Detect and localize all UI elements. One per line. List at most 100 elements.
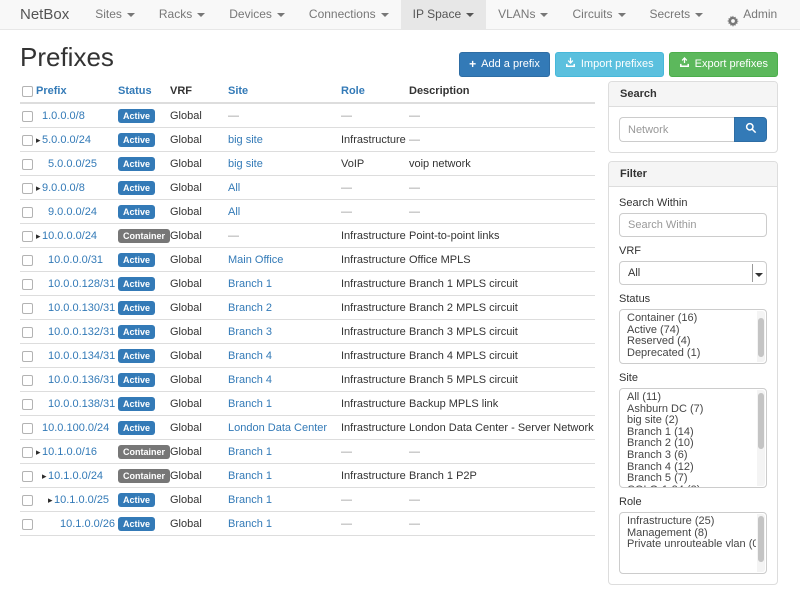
site-link[interactable]: London Data Center — [228, 422, 327, 434]
row-checkbox[interactable] — [22, 447, 33, 458]
prefix-link[interactable]: 10.0.100.0/24 — [42, 422, 109, 434]
prefix-link[interactable]: 10.0.0.0/31 — [48, 254, 103, 266]
nav-item-connections[interactable]: Connections — [297, 0, 401, 29]
site-link[interactable]: Main Office — [228, 254, 283, 266]
listbox-option[interactable]: Deprecated (1) — [627, 348, 756, 360]
row-checkbox[interactable] — [22, 375, 33, 386]
row-checkbox[interactable] — [22, 327, 33, 338]
prefix-link[interactable]: 10.0.0.138/31 — [48, 398, 115, 410]
row-checkbox[interactable] — [22, 351, 33, 362]
nav-item-racks[interactable]: Racks — [147, 0, 217, 29]
prefix-link[interactable]: 1.0.0.0/8 — [42, 110, 85, 122]
listbox-option[interactable]: Branch 2 (10) — [627, 438, 756, 450]
profile-link[interactable]: Profile — [789, 0, 800, 29]
prefix-link[interactable]: 5.0.0.0/25 — [48, 158, 97, 170]
prefix-link[interactable]: 10.0.0.130/31 — [48, 302, 115, 314]
nav-item-vlans[interactable]: VLANs — [486, 0, 560, 29]
row-checkbox[interactable] — [22, 399, 33, 410]
site-link[interactable]: Branch 1 — [228, 494, 272, 506]
search-input[interactable] — [619, 117, 734, 142]
col-header-role[interactable]: Role — [341, 81, 409, 103]
site-link[interactable]: Branch 2 — [228, 302, 272, 314]
add-prefix-button[interactable]: + Add a prefix — [459, 52, 550, 77]
scrollbar-thumb[interactable] — [758, 516, 764, 562]
nav-item-sites[interactable]: Sites — [83, 0, 147, 29]
site-link[interactable]: Branch 1 — [228, 470, 272, 482]
site-link[interactable]: big site — [228, 158, 263, 170]
scrollbar-thumb[interactable] — [758, 318, 764, 357]
site-cell: Branch 4 — [228, 344, 341, 368]
filter-select-vrf[interactable]: All — [619, 261, 767, 285]
scrollbar-thumb[interactable] — [758, 393, 764, 449]
row-checkbox[interactable] — [22, 519, 33, 530]
nav-item-ip-space[interactable]: IP Space — [401, 0, 486, 29]
row-checkbox[interactable] — [22, 279, 33, 290]
app-brand[interactable]: NetBox — [0, 0, 83, 29]
prefix-link[interactable]: 10.0.0.134/31 — [48, 350, 115, 362]
site-link[interactable]: All — [228, 206, 240, 218]
prefix-link[interactable]: 9.0.0.0/8 — [42, 182, 85, 194]
listbox-option[interactable]: Infrastructure (25) — [627, 516, 756, 528]
listbox-option[interactable]: Ashburn DC (7) — [627, 404, 756, 416]
col-header-site[interactable]: Site — [228, 81, 341, 103]
site-link[interactable]: Branch 1 — [228, 518, 272, 530]
listbox-option[interactable]: All (11) — [627, 392, 756, 404]
prefix-link[interactable]: 10.0.0.0/24 — [42, 230, 97, 242]
col-header-status[interactable]: Status — [118, 81, 170, 103]
listbox-option[interactable]: Container (16) — [627, 313, 756, 325]
listbox-option[interactable]: Reserved (4) — [627, 336, 756, 348]
row-checkbox[interactable] — [22, 183, 33, 194]
prefix-link[interactable]: 10.1.0.0/25 — [54, 494, 109, 506]
import-prefixes-button[interactable]: Import prefixes — [555, 52, 664, 77]
nav-item-secrets[interactable]: Secrets — [638, 0, 716, 29]
row-checkbox[interactable] — [22, 255, 33, 266]
search-panel: Search — [608, 81, 778, 153]
row-checkbox[interactable] — [22, 471, 33, 482]
search-button[interactable] — [734, 117, 767, 142]
prefix-link[interactable]: 10.0.0.136/31 — [48, 374, 115, 386]
prefix-link[interactable]: 9.0.0.0/24 — [48, 206, 97, 218]
admin-link[interactable]: Admin — [715, 0, 789, 29]
listbox-option[interactable]: Branch 3 (6) — [627, 450, 756, 462]
listbox-option[interactable]: Active (74) — [627, 325, 756, 337]
site-link[interactable]: Branch 3 — [228, 326, 272, 338]
site-link[interactable]: All — [228, 182, 240, 194]
listbox-option[interactable]: COLO-1-24 (3) — [627, 485, 756, 488]
scrollbar[interactable] — [757, 514, 765, 572]
row-checkbox[interactable] — [22, 231, 33, 242]
row-checkbox[interactable] — [22, 303, 33, 314]
export-prefixes-button[interactable]: Export prefixes — [669, 52, 778, 77]
row-checkbox[interactable] — [22, 111, 33, 122]
site-link[interactable]: big site — [228, 134, 263, 146]
listbox-option[interactable]: big site (2) — [627, 415, 756, 427]
prefix-link[interactable]: 10.0.0.128/31 — [48, 278, 115, 290]
listbox-option[interactable]: Management (8) — [627, 528, 756, 540]
prefix-link[interactable]: 10.1.0.0/16 — [42, 446, 97, 458]
site-link[interactable]: Branch 4 — [228, 350, 272, 362]
scrollbar[interactable] — [757, 311, 765, 362]
col-header-prefix[interactable]: Prefix — [36, 81, 118, 103]
prefix-link[interactable]: 10.1.0.0/24 — [48, 470, 103, 482]
listbox-option[interactable]: Branch 1 (14) — [627, 427, 756, 439]
select-all-checkbox[interactable] — [22, 86, 33, 97]
row-checkbox[interactable] — [22, 423, 33, 434]
listbox-option[interactable]: Private unrouteable vlan (0) — [627, 539, 756, 551]
row-checkbox[interactable] — [22, 159, 33, 170]
row-checkbox[interactable] — [22, 207, 33, 218]
row-checkbox[interactable] — [22, 495, 33, 506]
nav-item-devices[interactable]: Devices — [217, 0, 297, 29]
site-link[interactable]: Branch 1 — [228, 446, 272, 458]
prefix-link[interactable]: 10.0.0.132/31 — [48, 326, 115, 338]
listbox-option[interactable]: Branch 4 (12) — [627, 462, 756, 474]
filter-input-search-within[interactable] — [619, 213, 767, 237]
table-row: ▸10.0.0.128/31ActiveGlobalBranch 1Infras… — [20, 272, 595, 296]
site-link[interactable]: Branch 1 — [228, 398, 272, 410]
listbox-option[interactable]: Branch 5 (7) — [627, 473, 756, 485]
site-link[interactable]: Branch 1 — [228, 278, 272, 290]
prefix-link[interactable]: 5.0.0.0/24 — [42, 134, 91, 146]
nav-item-circuits[interactable]: Circuits — [560, 0, 637, 29]
site-link[interactable]: Branch 4 — [228, 374, 272, 386]
scrollbar[interactable] — [757, 390, 765, 486]
prefix-link[interactable]: 10.1.0.0/26 — [60, 518, 115, 530]
row-checkbox[interactable] — [22, 135, 33, 146]
